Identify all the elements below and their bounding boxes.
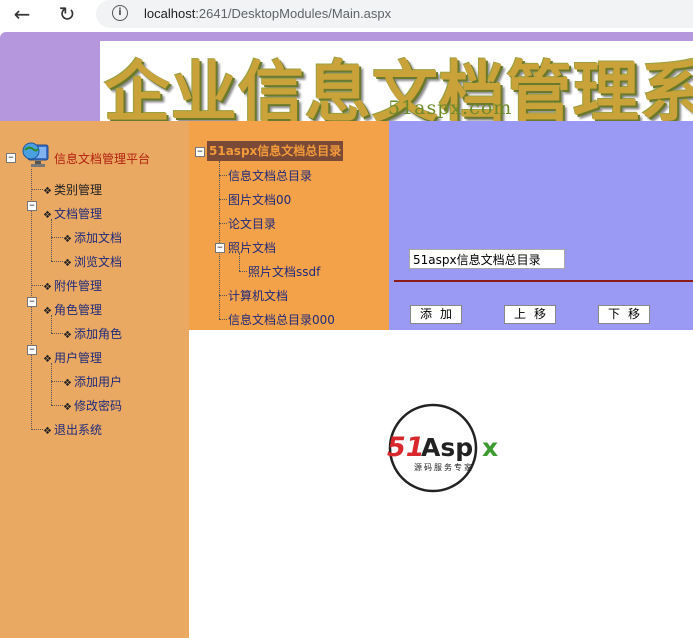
- nav-item-label: 添加用户: [73, 375, 122, 389]
- nav-item-doc-manage[interactable]: ❖ 文档管理: [43, 205, 102, 222]
- category-node-label: 计算机文档: [228, 289, 289, 303]
- diamond-bullet-icon: ❖: [43, 306, 52, 317]
- nav-item-label: 添加文档: [73, 231, 122, 245]
- banner-left-band: [0, 32, 100, 121]
- nav-item-browse-doc[interactable]: ❖ 浏览文档: [63, 253, 122, 270]
- nav-item-role-manage[interactable]: ❖ 角色管理: [43, 301, 102, 318]
- nav-item-label: 文档管理: [53, 207, 102, 221]
- diamond-bullet-icon: ❖: [63, 402, 72, 413]
- diamond-bullet-icon: ❖: [63, 234, 72, 245]
- svg-text:源码服务专家: 源码服务专家: [414, 462, 474, 472]
- tree-connector: [31, 285, 43, 286]
- category-node[interactable]: 照片文档: [228, 239, 276, 256]
- svg-text:Asp: Asp: [421, 433, 473, 462]
- category-node-label: 图片文档00: [228, 193, 292, 207]
- nav-item-attachment-manage[interactable]: ❖ 附件管理: [43, 277, 102, 294]
- diamond-bullet-icon: ❖: [63, 258, 72, 269]
- category-node-label: 论文目录: [228, 217, 277, 231]
- diamond-bullet-icon: ❖: [43, 282, 52, 293]
- nav-item-label: 用户管理: [53, 351, 102, 365]
- url-text[interactable]: localhost:2641/DesktopModules/Main.aspx: [144, 6, 391, 21]
- back-arrow-icon[interactable]: ←: [10, 2, 34, 26]
- tree-connector: [31, 189, 43, 190]
- url-host: localhost: [144, 6, 196, 21]
- collapse-toggle-icon[interactable]: −: [27, 345, 37, 355]
- tree-connector: [219, 295, 227, 296]
- tree-connector: [51, 261, 63, 262]
- nav-item-logout[interactable]: ❖ 退出系统: [43, 421, 102, 438]
- nav-item-label: 浏览文档: [73, 255, 122, 269]
- url-path: :2641/DesktopModules/Main.aspx: [195, 6, 392, 21]
- svg-text:x: x: [482, 433, 498, 462]
- nav-item-change-password[interactable]: ❖ 修改密码: [63, 397, 122, 414]
- tree-connector: [51, 237, 63, 238]
- tree-root-label: 信息文档管理平台: [54, 152, 151, 166]
- category-node[interactable]: 照片文档ssdf: [248, 263, 320, 280]
- category-node-label: 信息文档总目录: [228, 169, 313, 183]
- collapse-toggle-icon[interactable]: −: [215, 243, 225, 253]
- tree-connector: [51, 405, 63, 406]
- tree-connector: [219, 223, 227, 224]
- divider-line: [394, 280, 693, 282]
- nav-item-label: 添加角色: [73, 327, 122, 341]
- nav-item-add-user[interactable]: ❖ 添加用户: [63, 373, 122, 390]
- category-node[interactable]: 计算机文档: [228, 287, 288, 304]
- nav-item-label: 修改密码: [73, 399, 122, 413]
- banner-subtitle: 51aspx.com: [388, 97, 513, 119]
- tree-connector: [51, 333, 63, 334]
- category-node-label: 照片文档: [228, 241, 277, 255]
- tree-connector: [51, 219, 52, 261]
- nav-item-user-manage[interactable]: ❖ 用户管理: [43, 349, 102, 366]
- 51aspx-logo: 51 Asp x 源码服务专家: [387, 403, 498, 493]
- browser-toolbar: ← ↻ i localhost:2641/DesktopModules/Main…: [0, 0, 693, 30]
- nav-item-label: 类别管理: [53, 183, 102, 197]
- site-info-icon[interactable]: i: [112, 5, 128, 21]
- diamond-bullet-icon: ❖: [43, 426, 52, 437]
- diamond-bullet-icon: ❖: [63, 330, 72, 341]
- nav-item-label: 退出系统: [53, 423, 102, 437]
- category-node-label: 照片文档ssdf: [248, 265, 321, 279]
- move-up-button[interactable]: 上移: [504, 305, 556, 324]
- tree-connector: [31, 429, 43, 430]
- collapse-toggle-icon[interactable]: −: [6, 153, 16, 163]
- diamond-bullet-icon: ❖: [43, 210, 52, 221]
- diamond-bullet-icon: ❖: [43, 186, 52, 197]
- banner-top-band: [100, 32, 693, 41]
- diamond-bullet-icon: ❖: [43, 354, 52, 365]
- category-root-selected[interactable]: 51aspx信息文档总目录: [207, 141, 344, 161]
- category-node[interactable]: 论文目录: [228, 215, 276, 232]
- nav-item-add-doc[interactable]: ❖ 添加文档: [63, 229, 122, 246]
- page-frame: 企业信息文档管理系 51aspx.com − 信息文档管理平台 ❖类别管理 −: [0, 32, 693, 638]
- move-down-button[interactable]: 下移: [598, 305, 650, 324]
- tree-connector: [219, 175, 227, 176]
- tree-connector: [219, 199, 227, 200]
- computer-network-icon: [22, 142, 49, 167]
- tree-connector: [51, 381, 63, 382]
- category-edit-panel: [389, 121, 693, 330]
- category-node-label: 信息文档总目录000: [228, 313, 335, 327]
- tree-connector: [51, 363, 52, 405]
- left-nav-tree: − 信息文档管理平台 ❖ 类别管理 − ❖ 文档管理 ❖ 添加文档 ❖ 浏览文档 ❖ 附件…: [0, 121, 189, 638]
- add-button[interactable]: 添加: [410, 305, 462, 324]
- svg-text:51: 51: [387, 432, 425, 463]
- reload-icon[interactable]: ↻: [55, 2, 79, 26]
- diamond-bullet-icon: ❖: [63, 378, 72, 389]
- tree-connector: [239, 271, 247, 272]
- nav-item-label: 附件管理: [53, 279, 102, 293]
- category-node[interactable]: 信息文档总目录: [228, 167, 312, 184]
- tree-connector: [219, 319, 227, 320]
- collapse-toggle-icon[interactable]: −: [27, 201, 37, 211]
- banner: 企业信息文档管理系 51aspx.com: [100, 41, 693, 121]
- category-tree-panel: − 51aspx信息文档总目录 信息文档总目录 图片文档00 论文目录 − 照片…: [189, 121, 389, 330]
- collapse-toggle-icon[interactable]: −: [195, 147, 205, 157]
- collapse-toggle-icon[interactable]: −: [27, 297, 37, 307]
- nav-item-add-role[interactable]: ❖ 添加角色: [63, 325, 122, 342]
- category-name-input[interactable]: [409, 249, 565, 269]
- tree-root-platform[interactable]: 信息文档管理平台: [54, 150, 150, 167]
- category-node[interactable]: 信息文档总目录000: [228, 311, 335, 328]
- nav-item-category-manage[interactable]: ❖ 类别管理: [43, 181, 102, 198]
- nav-item-label: 角色管理: [53, 303, 102, 317]
- category-node[interactable]: 图片文档00: [228, 191, 291, 208]
